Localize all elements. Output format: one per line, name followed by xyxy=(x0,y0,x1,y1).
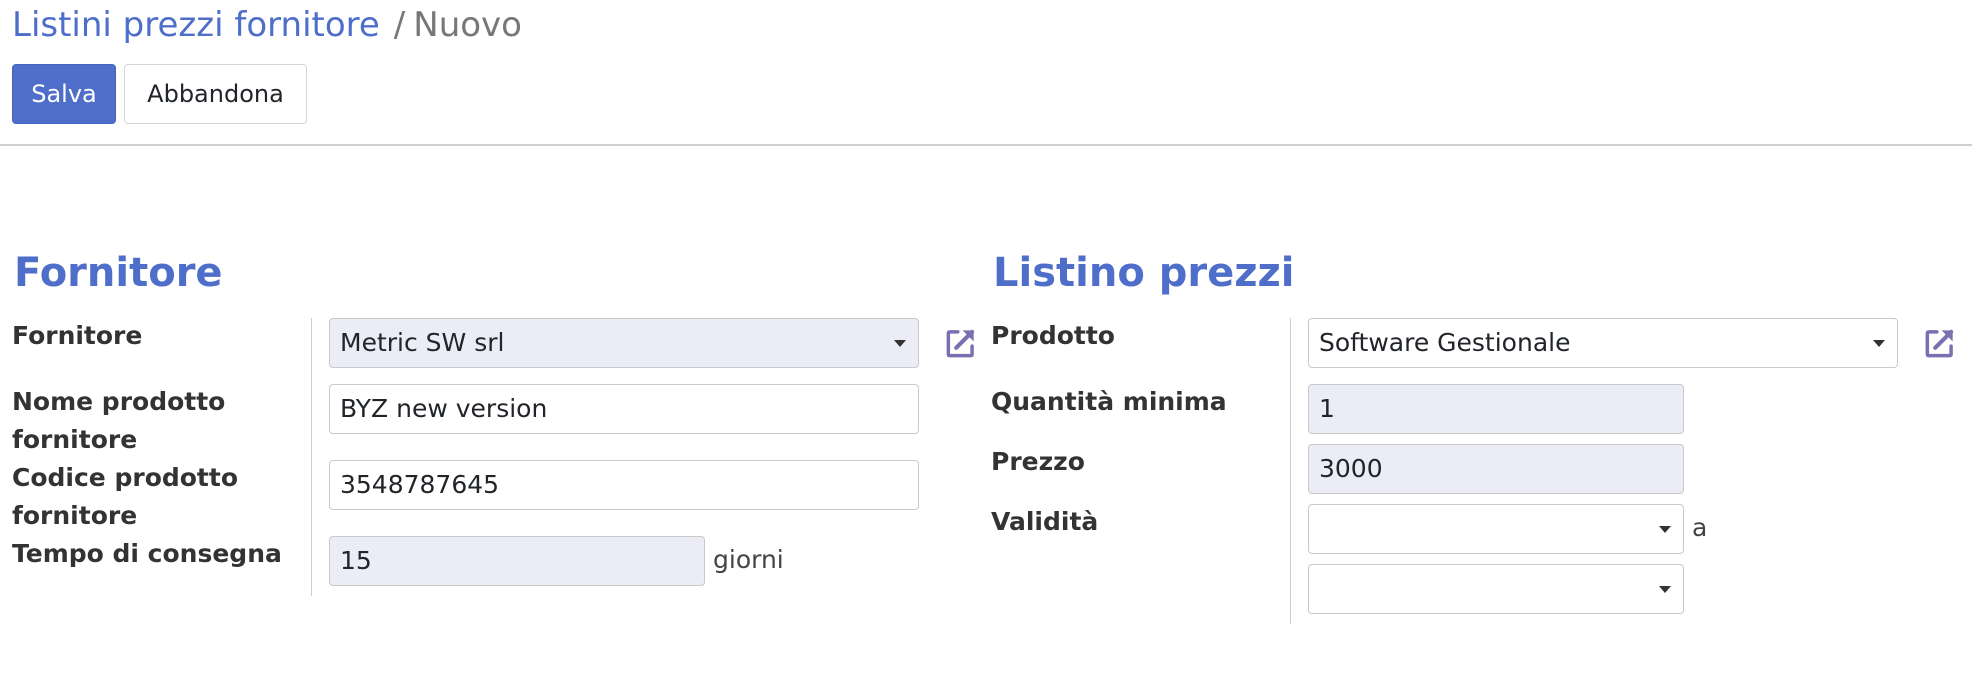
pricelist-group-divider xyxy=(1290,318,1291,624)
min-qty-input[interactable]: 1 xyxy=(1308,384,1684,434)
external-link-icon[interactable] xyxy=(941,323,981,363)
validity-label: Validità xyxy=(991,507,1099,536)
product-name-label-line1: Nome prodotto xyxy=(12,387,226,416)
vendor-label: Fornitore xyxy=(12,321,143,350)
pricelist-section-title: Listino prezzi xyxy=(993,250,1295,296)
breadcrumb: Listini prezzi fornitore / Nuovo xyxy=(12,2,522,48)
min-qty-label: Quantità minima xyxy=(991,387,1227,416)
external-link-icon[interactable] xyxy=(1920,323,1960,363)
product-name-label-line2: fornitore xyxy=(12,425,138,454)
vendor-section-title: Fornitore xyxy=(14,250,223,296)
breadcrumb-separator: / xyxy=(393,5,406,45)
product-name-label: Nome prodotto fornitore xyxy=(12,383,225,459)
chevron-down-icon xyxy=(1873,340,1885,347)
delivery-lead-input[interactable]: 15 xyxy=(329,536,705,586)
validity-from-select[interactable] xyxy=(1308,504,1684,554)
price-label: Prezzo xyxy=(991,447,1085,476)
control-panel: Listini prezzi fornitore / Nuovo Salva Abb… xyxy=(0,0,1972,146)
product-code-value: 3548787645 xyxy=(340,470,500,499)
chevron-down-icon xyxy=(1659,586,1671,593)
delivery-lead-unit: giorni xyxy=(713,545,784,574)
chevron-down-icon xyxy=(1659,526,1671,533)
discard-button[interactable]: Abbandona xyxy=(124,64,307,124)
breadcrumb-current: Nuovo xyxy=(413,5,522,45)
product-code-label: Codice prodotto fornitore xyxy=(12,459,238,535)
product-code-input[interactable]: 3548787645 xyxy=(329,460,919,510)
product-select[interactable]: Software Gestionale xyxy=(1308,318,1898,368)
price-value: 3000 xyxy=(1319,454,1383,483)
vendor-group-divider xyxy=(311,318,312,596)
validity-separator: a xyxy=(1692,513,1708,542)
price-input[interactable]: 3000 xyxy=(1308,444,1684,494)
vendor-select[interactable]: Metric SW srl xyxy=(329,318,919,368)
product-code-label-line1: Codice prodotto xyxy=(12,463,239,492)
product-name-value: BYZ new version xyxy=(340,394,548,423)
delivery-lead-value: 15 xyxy=(340,546,372,575)
min-qty-value: 1 xyxy=(1319,394,1335,423)
product-name-input[interactable]: BYZ new version xyxy=(329,384,919,434)
product-value: Software Gestionale xyxy=(1319,328,1571,357)
validity-to-select[interactable] xyxy=(1308,564,1684,614)
delivery-lead-label: Tempo di consegna xyxy=(12,539,282,568)
vendor-value: Metric SW srl xyxy=(340,328,505,357)
breadcrumb-parent-link[interactable]: Listini prezzi fornitore xyxy=(12,5,380,45)
product-label: Prodotto xyxy=(991,321,1115,350)
save-button[interactable]: Salva xyxy=(12,64,116,124)
chevron-down-icon xyxy=(894,340,906,347)
product-code-label-line2: fornitore xyxy=(12,501,138,530)
